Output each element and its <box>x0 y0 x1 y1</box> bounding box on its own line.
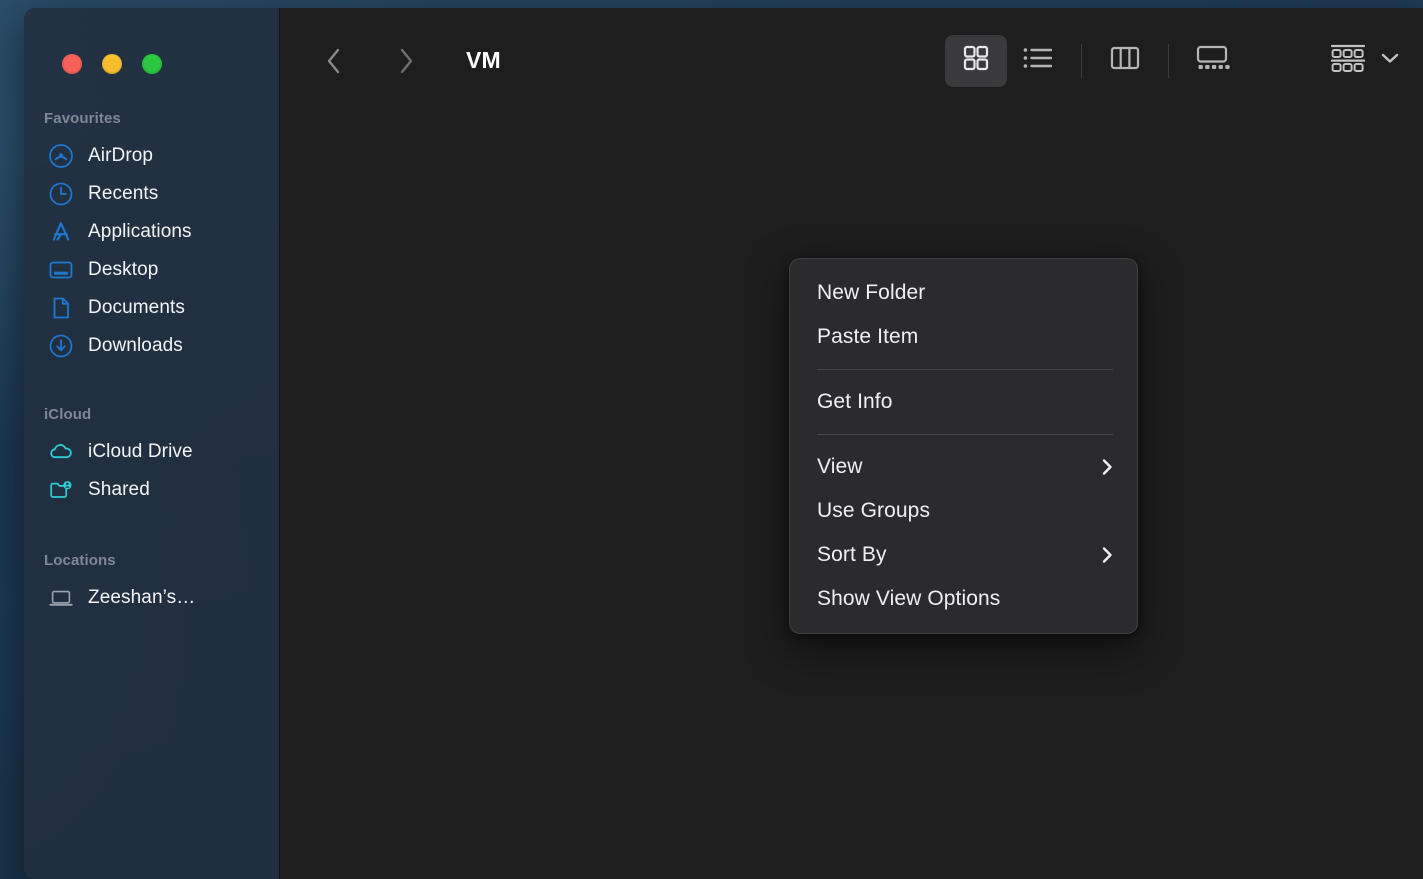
list-view-icon <box>1021 43 1055 78</box>
sidebar-section-header-icloud: iCloud <box>44 406 92 423</box>
desktop-icon <box>48 257 74 283</box>
applications-icon <box>48 219 74 245</box>
menu-item-label: New Folder <box>817 281 926 304</box>
sidebar-section-header-locations: Locations <box>44 552 116 569</box>
menu-item-label: Paste Item <box>817 325 919 348</box>
menu-separator <box>817 369 1113 370</box>
sidebar-item-label: Recents <box>88 183 159 204</box>
sidebar-list-icloud: iCloud Drive Shared <box>24 433 279 509</box>
page-title: VM <box>466 47 501 73</box>
menu-separator <box>817 434 1113 435</box>
sidebar-item-label: Zeeshan’s… <box>88 587 196 608</box>
sidebar-list-favourites: AirDrop Recents Applications Desktop Doc… <box>24 137 279 365</box>
shared-folder-icon <box>48 477 74 503</box>
minimize-button[interactable] <box>102 54 122 74</box>
toolbar-divider <box>1081 43 1082 78</box>
menu-item-show-view-options[interactable]: Show View Options <box>790 577 1137 621</box>
chevron-left-icon <box>323 46 345 76</box>
airdrop-icon <box>48 143 74 169</box>
menu-item-sort-by[interactable]: Sort By <box>790 533 1137 577</box>
menu-item-paste-item[interactable]: Paste Item <box>790 315 1137 359</box>
menu-item-new-folder[interactable]: New Folder <box>790 271 1137 315</box>
menu-item-label: View <box>817 455 863 478</box>
sidebar-list-locations: Zeeshan’s… <box>24 579 279 617</box>
menu-item-label: Sort By <box>817 543 887 566</box>
gallery-view-icon <box>1194 43 1230 78</box>
sidebar-item-applications[interactable]: Applications <box>24 213 279 251</box>
chevron-down-icon <box>1379 50 1401 71</box>
view-mode-icon-button[interactable] <box>945 34 1007 87</box>
sidebar-item-zeeshans-macbook[interactable]: Zeeshan’s… <box>24 579 279 617</box>
view-mode-list-button[interactable] <box>1007 35 1069 87</box>
back-button[interactable] <box>314 41 354 81</box>
grid-view-icon <box>960 42 992 79</box>
sidebar-item-airdrop[interactable]: AirDrop <box>24 137 279 175</box>
sidebar-item-label: Applications <box>88 221 192 242</box>
sidebar-section-header-favourites: Favourites <box>44 110 121 127</box>
sidebar-item-label: Documents <box>88 297 185 318</box>
chevron-right-icon <box>395 46 417 76</box>
view-mode-gallery-button[interactable] <box>1181 35 1243 87</box>
toolbar: VM <box>280 8 1423 113</box>
view-mode-column-button[interactable] <box>1094 35 1156 87</box>
sidebar-item-label: Shared <box>88 479 150 500</box>
menu-item-use-groups[interactable]: Use Groups <box>790 489 1137 533</box>
sidebar-item-shared[interactable]: Shared <box>24 471 279 509</box>
menu-item-label: Get Info <box>817 390 893 413</box>
menu-item-view[interactable]: View <box>790 445 1137 489</box>
sidebar-item-documents[interactable]: Documents <box>24 289 279 327</box>
cloud-icon <box>48 439 74 465</box>
menu-item-label: Show View Options <box>817 587 1001 610</box>
toolbar-divider <box>1168 43 1169 78</box>
sidebar-item-label: Desktop <box>88 259 159 280</box>
download-icon <box>48 333 74 359</box>
document-icon <box>48 295 74 321</box>
view-mode-group <box>945 34 1401 87</box>
sidebar-item-label: iCloud Drive <box>88 441 193 462</box>
sidebar-item-desktop[interactable]: Desktop <box>24 251 279 289</box>
group-by-icon <box>1329 42 1367 79</box>
group-by-button[interactable] <box>1329 42 1401 79</box>
column-view-icon <box>1108 43 1142 78</box>
sidebar-item-icloud-drive[interactable]: iCloud Drive <box>24 433 279 471</box>
desktop-wallpaper: Favourites AirDrop Recents Applications … <box>0 0 1423 879</box>
menu-item-label: Use Groups <box>817 499 931 522</box>
chevron-right-icon <box>1099 457 1115 477</box>
sidebar: Favourites AirDrop Recents Applications … <box>24 8 280 879</box>
menu-item-get-info[interactable]: Get Info <box>790 380 1137 424</box>
finder-window: Favourites AirDrop Recents Applications … <box>24 8 1423 879</box>
sidebar-item-downloads[interactable]: Downloads <box>24 327 279 365</box>
sidebar-item-recents[interactable]: Recents <box>24 175 279 213</box>
traffic-light-controls <box>24 8 279 74</box>
maximize-button[interactable] <box>142 54 162 74</box>
laptop-icon <box>48 585 74 611</box>
close-button[interactable] <box>62 54 82 74</box>
forward-button[interactable] <box>386 41 426 81</box>
chevron-right-icon <box>1099 545 1115 565</box>
sidebar-item-label: Downloads <box>88 335 183 356</box>
clock-icon <box>48 181 74 207</box>
sidebar-item-label: AirDrop <box>88 145 154 166</box>
context-menu: New Folder Paste Item Get Info View Use … <box>789 258 1138 634</box>
content-area: VM New Folder Paste Item Get Info View U… <box>280 8 1423 879</box>
